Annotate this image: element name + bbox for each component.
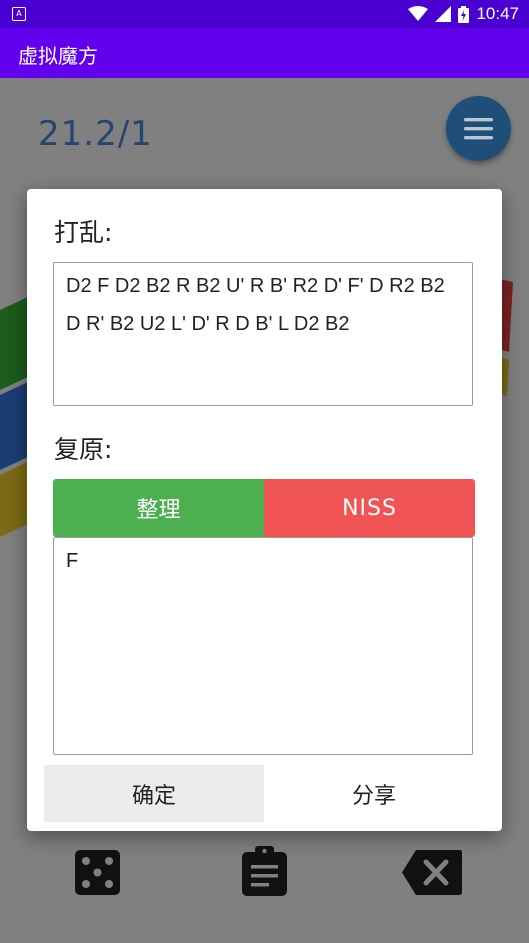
scramble-label: 打乱: <box>54 218 113 247</box>
app-title: 虚拟魔方 <box>18 44 98 68</box>
app-notification-icon: A <box>12 7 26 21</box>
timer-text: 21.2/1 <box>38 114 153 154</box>
niss-button[interactable]: NISS <box>264 479 475 537</box>
status-time: 10:47 <box>476 4 519 23</box>
menu-icon <box>464 118 493 140</box>
solution-label: 复原: <box>54 435 113 464</box>
battery-icon <box>458 5 470 23</box>
solution-textbox[interactable]: F <box>53 537 473 755</box>
dice-icon[interactable] <box>75 850 120 895</box>
wifi-icon <box>408 6 429 21</box>
share-button[interactable]: 分享 <box>264 765 484 822</box>
confirm-button[interactable]: 确定 <box>44 765 264 822</box>
status-right-group: 10:47 <box>408 4 519 24</box>
solution-action-row: 整理 NISS <box>53 479 475 537</box>
signal-icon <box>435 6 452 22</box>
scramble-textbox[interactable]: D2 F D2 B2 R B2 U' R B' R2 D' F' D R2 B2… <box>53 262 473 406</box>
sort-button[interactable]: 整理 <box>53 479 264 537</box>
app-bar: 虚拟魔方 <box>0 28 529 78</box>
menu-fab[interactable] <box>446 96 511 161</box>
solve-dialog: 打乱: D2 F D2 B2 R B2 U' R B' R2 D' F' D R… <box>27 189 502 831</box>
clipboard-icon[interactable] <box>242 846 287 896</box>
status-bar: A 10:47 <box>0 0 529 28</box>
backspace-icon[interactable] <box>402 850 462 895</box>
